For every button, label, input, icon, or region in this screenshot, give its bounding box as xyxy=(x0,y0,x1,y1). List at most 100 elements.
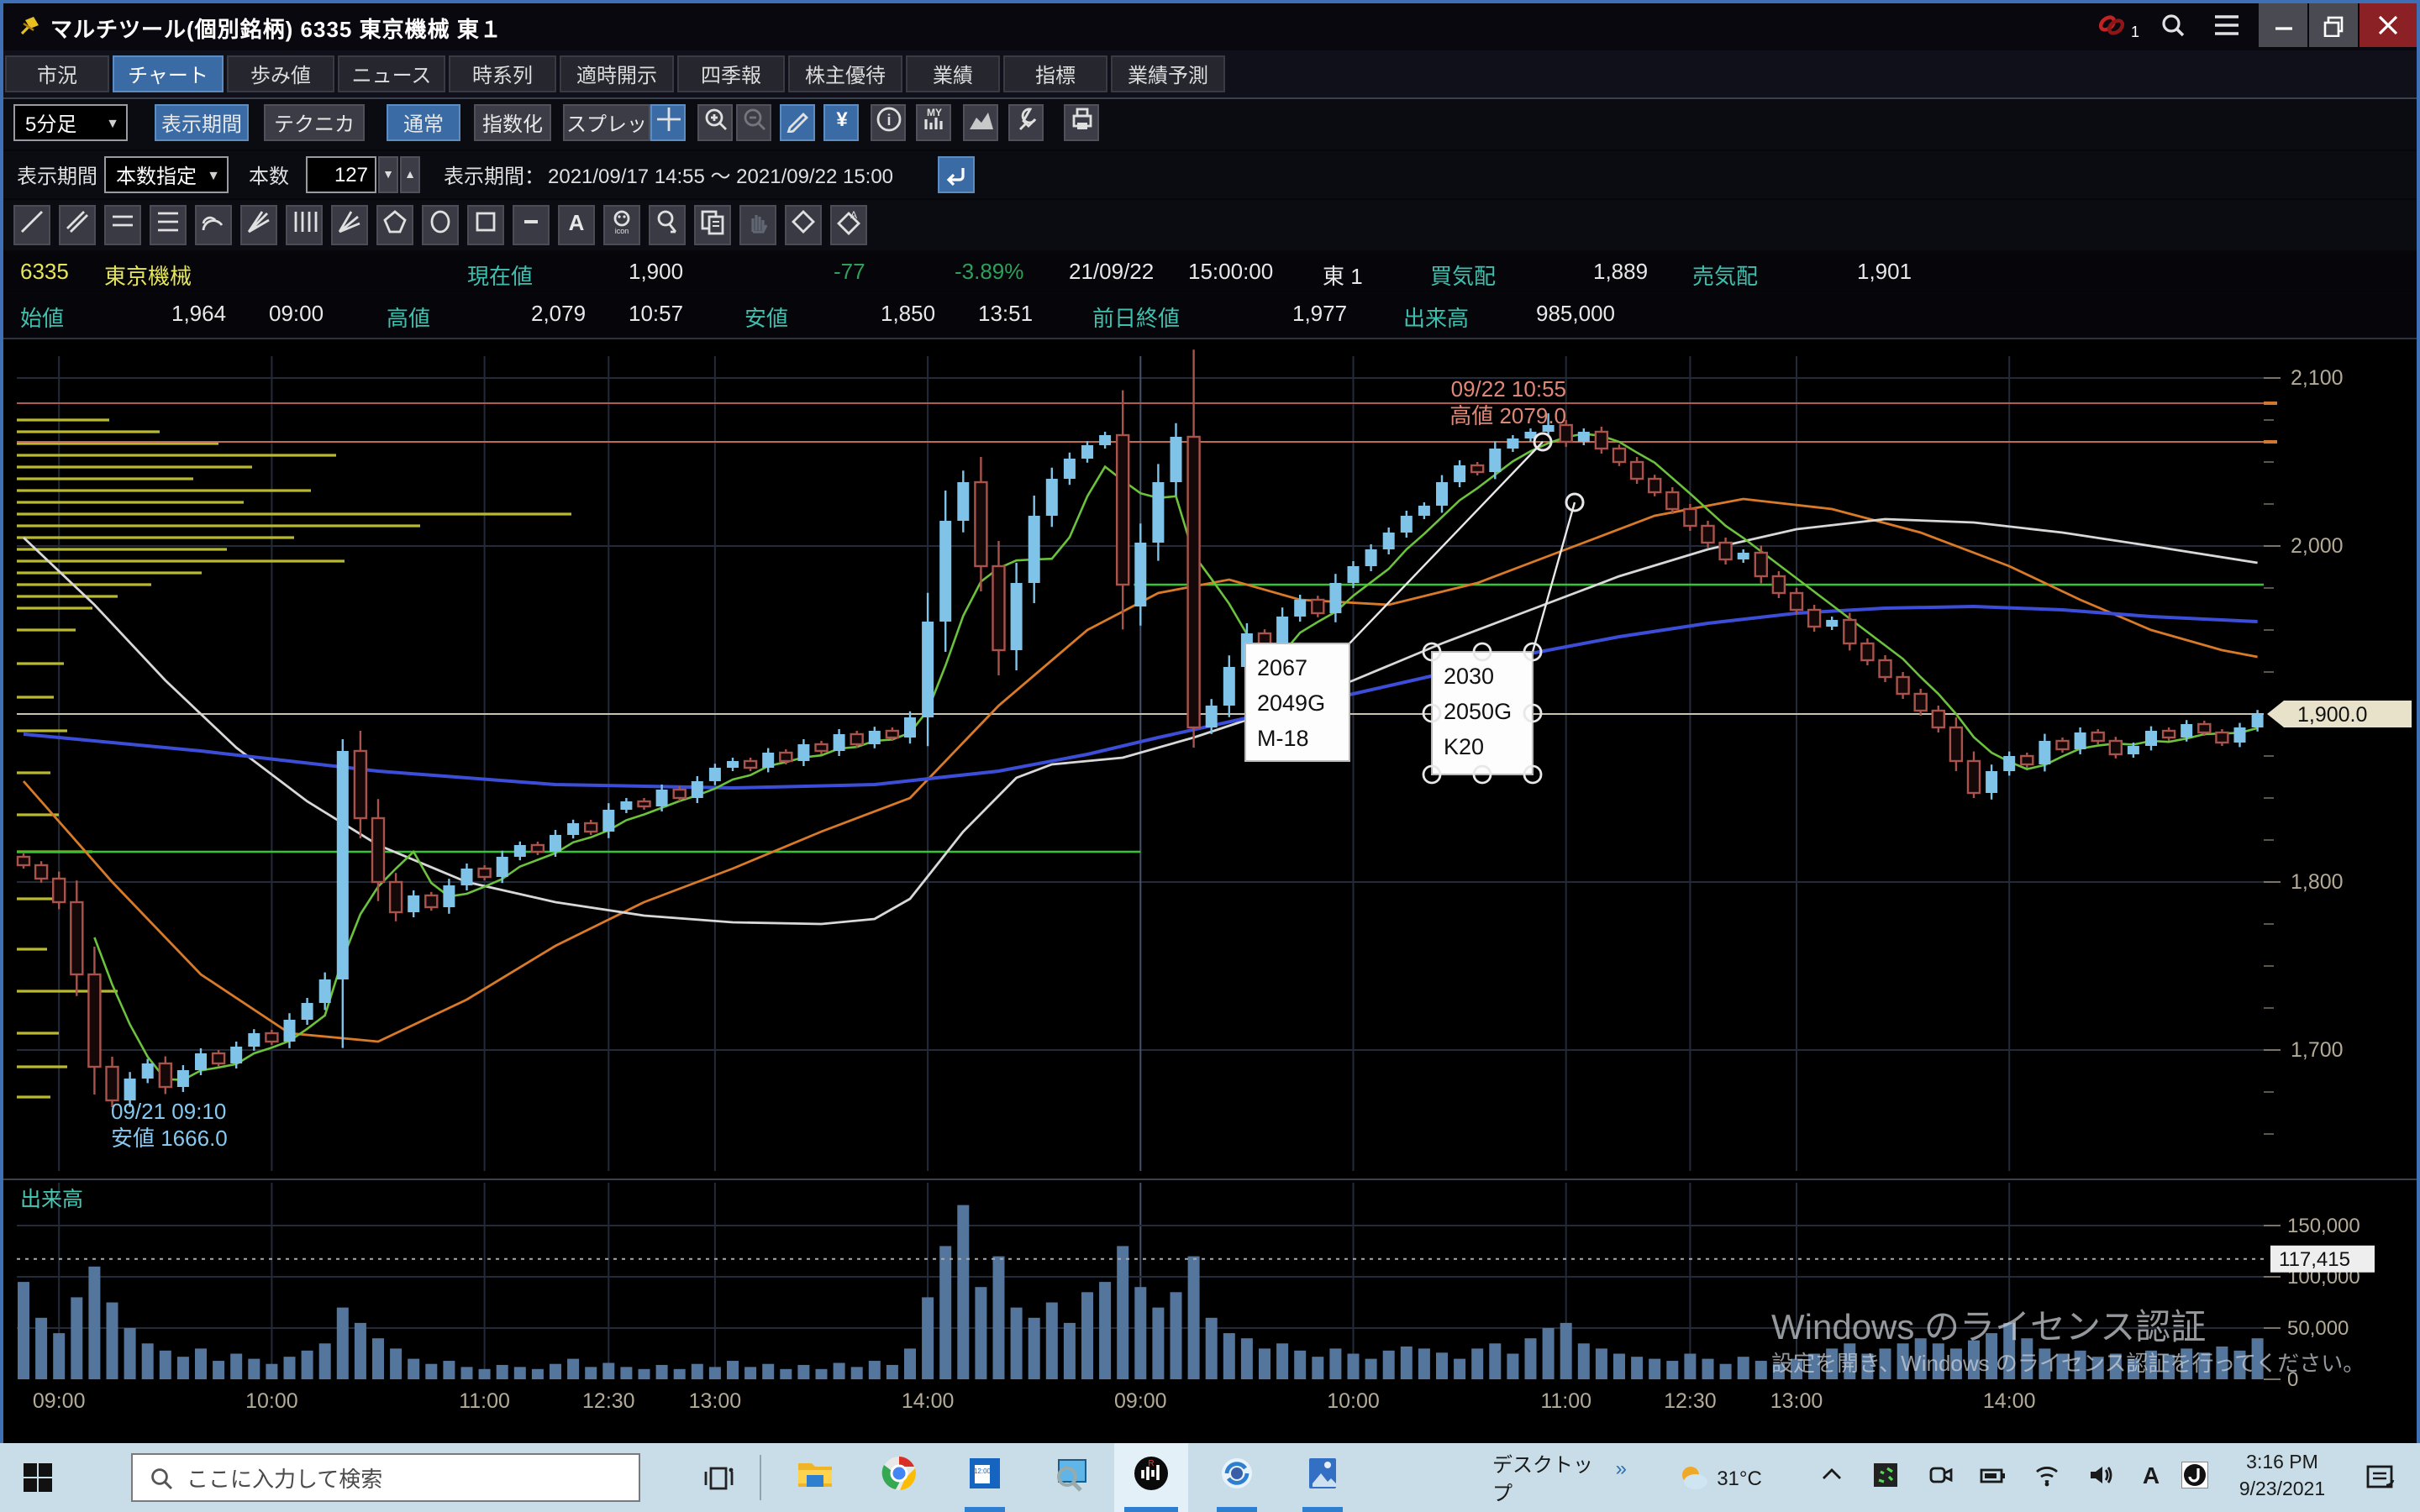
tab-歩み値[interactable]: 歩み値 xyxy=(227,55,334,92)
tab-株主優待[interactable]: 株主優待 xyxy=(788,55,902,92)
desktop-toolbar[interactable]: デスクトップ » xyxy=(1492,1443,1627,1512)
crosshair-button[interactable] xyxy=(650,104,686,141)
area-chart-button[interactable] xyxy=(963,104,998,141)
emoticon-tool-button[interactable]: icon xyxy=(603,205,640,245)
emoticon-icon: icon xyxy=(608,207,635,243)
search-input[interactable]: ここに入力して検索 xyxy=(131,1453,640,1502)
zoom-in-button[interactable] xyxy=(697,104,733,141)
overflow-chevron[interactable]: » xyxy=(1616,1456,1627,1479)
info-button[interactable]: i xyxy=(871,104,906,141)
tab-四季報[interactable]: 四季報 xyxy=(677,55,785,92)
eraser-all-tool-button[interactable]: A xyxy=(830,205,867,245)
hamburger-menu-icon[interactable] xyxy=(2202,3,2252,47)
parallel-lines-tool-button[interactable] xyxy=(59,205,96,245)
wifi-tray-button[interactable] xyxy=(2023,1443,2070,1512)
toolbar-button-表示期間[interactable]: 表示期間 xyxy=(155,104,249,141)
hlines3-tool-button[interactable] xyxy=(150,205,187,245)
reload-period-button[interactable] xyxy=(938,156,975,193)
period-mode-select[interactable]: 本数指定▼ xyxy=(104,156,229,193)
ellipse-tool-button[interactable] xyxy=(422,205,459,245)
volume-label: 出来高 xyxy=(1403,301,1469,333)
toolbar-button-テクニカル[interactable]: テクニカル xyxy=(264,104,365,141)
zoom-out-button[interactable] xyxy=(736,104,771,141)
task-view-button[interactable] xyxy=(682,1443,756,1512)
tab-業績予測[interactable]: 業績予測 xyxy=(1111,55,1225,92)
hlines2-tool-button[interactable] xyxy=(104,205,141,245)
count-stepper-down[interactable]: ▼ xyxy=(378,156,398,193)
tab-時系列[interactable]: 時系列 xyxy=(449,55,556,92)
led-panel-tray-button[interactable] xyxy=(1862,1443,1909,1512)
clock-time: 3:16 PM xyxy=(2222,1450,2343,1477)
tab-市況[interactable]: 市況 xyxy=(5,55,109,92)
vlines-tool-button[interactable] xyxy=(286,205,323,245)
tab-ニュース[interactable]: ニュース xyxy=(338,55,445,92)
text-tool-button[interactable]: A xyxy=(558,205,595,245)
trendline-tool-button[interactable] xyxy=(13,205,50,245)
svg-text:09/21 09:10: 09/21 09:10 xyxy=(111,1099,226,1124)
camera-tray-button[interactable] xyxy=(1916,1443,1963,1512)
trading-app-taskbar-button[interactable]: R xyxy=(1114,1443,1188,1512)
printer-button[interactable] xyxy=(1064,104,1099,141)
update-app-taskbar-button[interactable] xyxy=(1200,1443,1274,1512)
count-input[interactable]: 127 xyxy=(306,156,376,193)
low-time: 13:51 xyxy=(978,301,1033,326)
svg-text:¥: ¥ xyxy=(835,108,847,130)
eraser-all-icon: A xyxy=(835,207,862,243)
ime-a-icon: A xyxy=(2138,1462,2165,1494)
my-chart-button[interactable]: MY xyxy=(916,104,951,141)
hand-tool-button[interactable] xyxy=(739,205,776,245)
restore-button[interactable] xyxy=(2309,3,2358,47)
toolbar-button-通常[interactable]: 通常 xyxy=(387,104,460,141)
start-button[interactable] xyxy=(0,1443,74,1512)
rect-tool-button[interactable] xyxy=(467,205,504,245)
taskbar-clock[interactable]: 3:16 PM 9/23/2021 xyxy=(2222,1450,2343,1504)
file-explorer-icon xyxy=(795,1455,832,1500)
chrome-taskbar-button[interactable] xyxy=(862,1443,936,1512)
pentagon-tool-button[interactable] xyxy=(376,205,413,245)
toolbar-button-指数化[interactable]: 指数化 xyxy=(474,104,551,141)
svg-text:150,000: 150,000 xyxy=(2287,1215,2360,1237)
desktop-label: デスクトップ xyxy=(1492,1449,1609,1506)
pointer-tool-button[interactable] xyxy=(649,205,686,245)
ime-mode-tray-button[interactable] xyxy=(2171,1443,2218,1512)
search-icon[interactable] xyxy=(2148,3,2198,47)
ask-price: 1,901 xyxy=(1857,259,1912,284)
ime-a-tray-button[interactable]: A xyxy=(2128,1443,2175,1512)
notification-center-button[interactable] xyxy=(2353,1443,2410,1512)
chevron-up-tray-button[interactable] xyxy=(1808,1443,1855,1512)
wrench-button[interactable] xyxy=(1008,104,1044,141)
current-price: 1,900 xyxy=(629,259,683,284)
photos-app-taskbar-button[interactable] xyxy=(1286,1443,1360,1512)
pencil-button[interactable] xyxy=(780,104,815,141)
candlestick-chart[interactable]: 2,1002,0001,8001,7001,900.0150,000100,00… xyxy=(3,339,2417,1443)
weather-widget[interactable]: 31°C xyxy=(1667,1443,1771,1512)
toolbar-button-スプレッド[interactable]: スプレッド xyxy=(563,104,650,141)
eraser-tool-button[interactable] xyxy=(785,205,822,245)
tab-チャート[interactable]: チャート xyxy=(113,55,224,92)
file-explorer-taskbar-button[interactable] xyxy=(776,1443,850,1512)
chevron-down-icon: ▼ xyxy=(99,115,126,130)
tab-指標[interactable]: 指標 xyxy=(1003,55,1107,92)
count-stepper-up[interactable]: ▲ xyxy=(400,156,420,193)
mail-app-taskbar-button[interactable]: 12:00 xyxy=(948,1443,1022,1512)
hlines2-icon xyxy=(109,207,136,243)
interval-select[interactable]: 5分足▼ xyxy=(13,104,128,141)
copy-tool-button[interactable] xyxy=(694,205,731,245)
volume-tray-button[interactable] xyxy=(2077,1443,2124,1512)
dash-tool-button[interactable] xyxy=(513,205,550,245)
yen-button[interactable]: ¥ xyxy=(823,104,859,141)
snip-tool-taskbar-button[interactable] xyxy=(1034,1443,1107,1512)
close-button[interactable] xyxy=(2360,3,2417,47)
fan-lines-tool-button[interactable] xyxy=(240,205,277,245)
tab-業績[interactable]: 業績 xyxy=(906,55,1000,92)
battery-tray-button[interactable] xyxy=(1970,1443,2017,1512)
tab-適時開示[interactable]: 適時開示 xyxy=(560,55,674,92)
led-panel-icon xyxy=(1872,1462,1899,1494)
ellipse-icon xyxy=(427,207,454,243)
range-value: 2021/09/17 14:55 ～ 2021/09/22 15:00 xyxy=(548,161,893,190)
arcs-tool-button[interactable] xyxy=(195,205,232,245)
minimize-button[interactable] xyxy=(2259,3,2307,47)
link-group-icon[interactable]: 1 xyxy=(2092,3,2143,47)
yen-icon: ¥ xyxy=(828,105,855,140)
pitchfork-tool-button[interactable] xyxy=(331,205,368,245)
